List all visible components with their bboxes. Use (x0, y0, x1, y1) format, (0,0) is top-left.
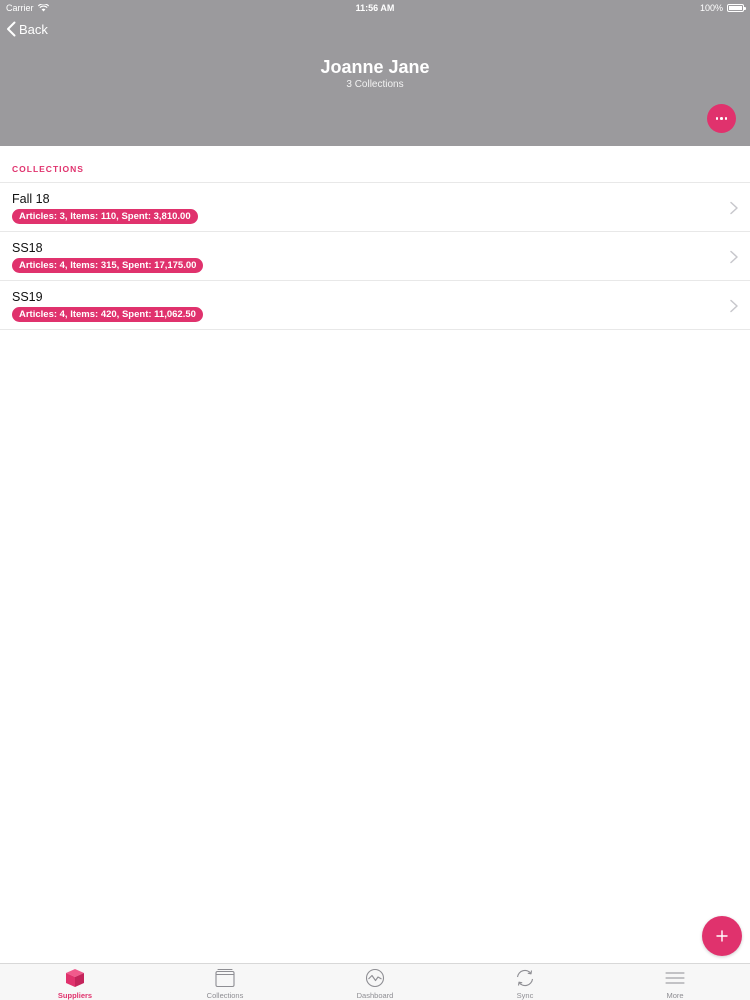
tab-collections[interactable]: Collections (150, 964, 300, 1000)
collection-row[interactable]: SS18 Articles: 4, Items: 315, Spent: 17,… (0, 232, 750, 281)
ellipsis-icon-dot (715, 117, 719, 120)
tab-label: Sync (516, 991, 534, 1000)
back-button[interactable]: Back (6, 21, 48, 37)
tab-label: Collections (206, 991, 244, 1000)
battery-fill (729, 6, 742, 10)
screen: Carrier 11:56 AM 100% Back Joanne Jane 3… (0, 0, 750, 1000)
tab-suppliers[interactable]: Suppliers (0, 964, 150, 1000)
more-options-button[interactable] (707, 104, 736, 133)
status-battery: 100% (699, 3, 746, 13)
chevron-right-icon (730, 299, 738, 313)
ellipsis-icon-dot (720, 117, 723, 120)
page-subtitle: 3 Collections (346, 79, 404, 90)
battery-icon (727, 4, 746, 12)
chart-circle-icon (365, 968, 385, 988)
chevron-right-icon (730, 201, 738, 215)
collection-name: SS18 (12, 241, 43, 255)
collection-summary-badge: Articles: 4, Items: 420, Spent: 11,062.5… (12, 307, 203, 322)
collection-summary-badge: Articles: 3, Items: 110, Spent: 3,810.00 (12, 209, 198, 224)
collection-row[interactable]: Fall 18 Articles: 3, Items: 110, Spent: … (0, 183, 750, 232)
tab-more[interactable]: More (600, 964, 750, 1000)
battery-percent: 100% (699, 3, 723, 13)
tab-sync[interactable]: Sync (450, 964, 600, 1000)
collection-row[interactable]: SS19 Articles: 4, Items: 420, Spent: 11,… (0, 281, 750, 330)
header: Carrier 11:56 AM 100% Back Joanne Jane 3… (0, 0, 750, 146)
collection-summary-badge: Articles: 4, Items: 315, Spent: 17,175.0… (12, 258, 204, 273)
chevron-left-icon (7, 21, 16, 37)
tab-label: Suppliers (57, 991, 93, 1000)
tab-label: More (666, 991, 684, 1000)
section-header: COLLECTIONS (12, 164, 84, 174)
collection-name: SS19 (12, 290, 43, 304)
collections-list: Fall 18 Articles: 3, Items: 110, Spent: … (0, 182, 750, 330)
chevron-right-icon (730, 250, 738, 264)
status-bar: Carrier 11:56 AM 100% (0, 0, 750, 16)
add-collection-button[interactable] (702, 916, 742, 956)
sync-icon (516, 969, 534, 987)
folder-icon (215, 968, 235, 988)
tab-label: Dashboard (356, 991, 394, 1000)
menu-icon (665, 972, 685, 984)
plus-icon (716, 930, 728, 942)
page-title: Joanne Jane (320, 57, 430, 77)
status-time: 11:56 AM (355, 3, 395, 13)
ellipsis-icon-dot (724, 117, 728, 120)
tab-bar: Suppliers Collections Dashboard Sync Mor… (0, 963, 750, 1000)
tab-dashboard[interactable]: Dashboard (300, 964, 450, 1000)
collection-name: Fall 18 (12, 192, 50, 206)
cube-icon (66, 969, 84, 987)
back-label: Back (19, 21, 48, 37)
